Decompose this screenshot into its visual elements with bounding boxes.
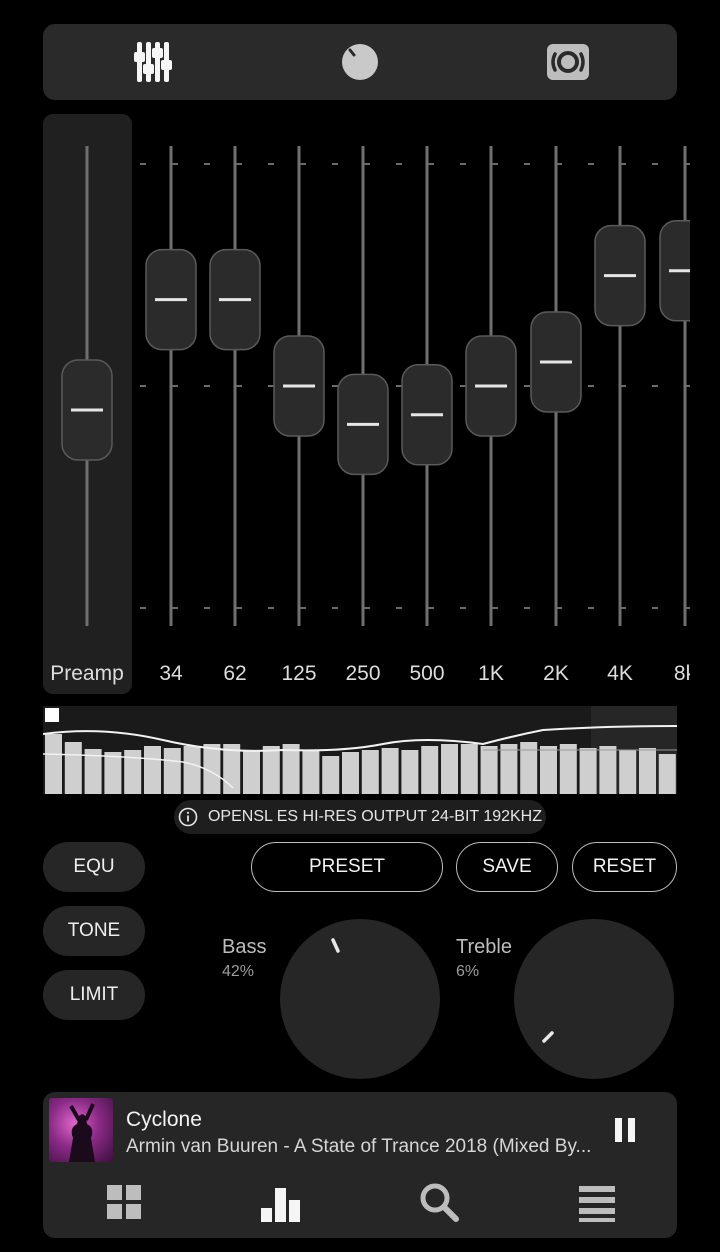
equalizer-sliders[interactable]: [0, 0, 720, 700]
spectrum-bar: [540, 746, 557, 794]
spectrum-bar: [639, 748, 656, 794]
spectrum-bar: [243, 750, 260, 794]
band-label-250: 250: [345, 662, 381, 685]
library-grid-icon[interactable]: [100, 1178, 148, 1226]
output-info-chip[interactable]: OPENSL ES HI-RES OUTPUT 24-BIT 192KHZ: [174, 800, 546, 834]
preamp-label: Preamp: [50, 662, 124, 685]
spectrum-bar: [282, 744, 300, 794]
spectrum-bar: [104, 752, 122, 794]
output-info-text: OPENSL ES HI-RES OUTPUT 24-BIT 192KHZ: [207, 808, 543, 825]
spectrum-bar: [381, 748, 399, 794]
equalizer-bars-icon[interactable]: [257, 1178, 305, 1226]
treble-knob[interactable]: [512, 917, 676, 1081]
band-label-62: 62: [223, 662, 247, 685]
info-icon: [178, 807, 198, 827]
band-label-2K: 2K: [543, 662, 569, 685]
bass-knob[interactable]: [278, 917, 442, 1081]
spectrum-bar: [500, 744, 518, 794]
spectrum-bar: [579, 748, 597, 794]
treble-value: 6%: [456, 963, 480, 980]
spectrum-bar: [322, 756, 340, 794]
band-label-500: 500: [409, 662, 445, 685]
song-title: Cyclone: [126, 1108, 202, 1131]
treble-label: Treble: [456, 936, 512, 958]
reset-button[interactable]: RESET: [572, 842, 677, 892]
spectrum-peak: [45, 708, 59, 722]
menu-list-icon[interactable]: [573, 1178, 621, 1226]
spectrum-bar: [262, 746, 280, 794]
spectrum-bar: [421, 746, 439, 794]
spectrum-bar: [401, 750, 419, 794]
spectrum-bar: [480, 746, 498, 794]
search-icon[interactable]: [415, 1178, 463, 1226]
song-artist: Armin van Buuren - A State of Trance 201…: [126, 1136, 592, 1157]
spectrum-bar: [559, 744, 577, 794]
mini-player[interactable]: Cyclone Armin van Buuren - A State of Tr…: [43, 1092, 677, 1238]
band-label-34: 34: [159, 662, 183, 685]
spectrum-bar: [658, 754, 676, 794]
bass-label: Bass: [222, 936, 267, 958]
band-label-4K: 4K: [607, 662, 633, 685]
spectrum-bar: [460, 744, 478, 794]
bass-value: 42%: [222, 963, 255, 980]
preset-button[interactable]: PRESET: [251, 842, 443, 892]
spectrum-analyzer: [43, 706, 677, 794]
spectrum-bar: [342, 752, 359, 794]
spectrum-bar: [183, 746, 201, 794]
spectrum-bar: [163, 748, 181, 794]
spectrum-bar: [599, 746, 617, 794]
band-label-125: 125: [281, 662, 317, 685]
tone-button[interactable]: TONE: [43, 906, 145, 956]
spectrum-bar: [144, 746, 161, 794]
spectrum-bar: [64, 742, 82, 794]
band-label-1K: 1K: [478, 662, 504, 685]
spectrum-bar: [619, 750, 637, 794]
limit-button[interactable]: LIMIT: [43, 970, 145, 1020]
album-art[interactable]: [49, 1098, 113, 1162]
pause-icon[interactable]: [613, 1116, 637, 1144]
equ-button[interactable]: EQU: [43, 842, 145, 892]
spectrum-bar: [302, 750, 320, 794]
spectrum-bar: [441, 744, 458, 794]
spectrum-bar: [45, 734, 62, 794]
spectrum-bar: [361, 750, 379, 794]
save-button[interactable]: SAVE: [456, 842, 558, 892]
edge-mask: [690, 114, 720, 714]
